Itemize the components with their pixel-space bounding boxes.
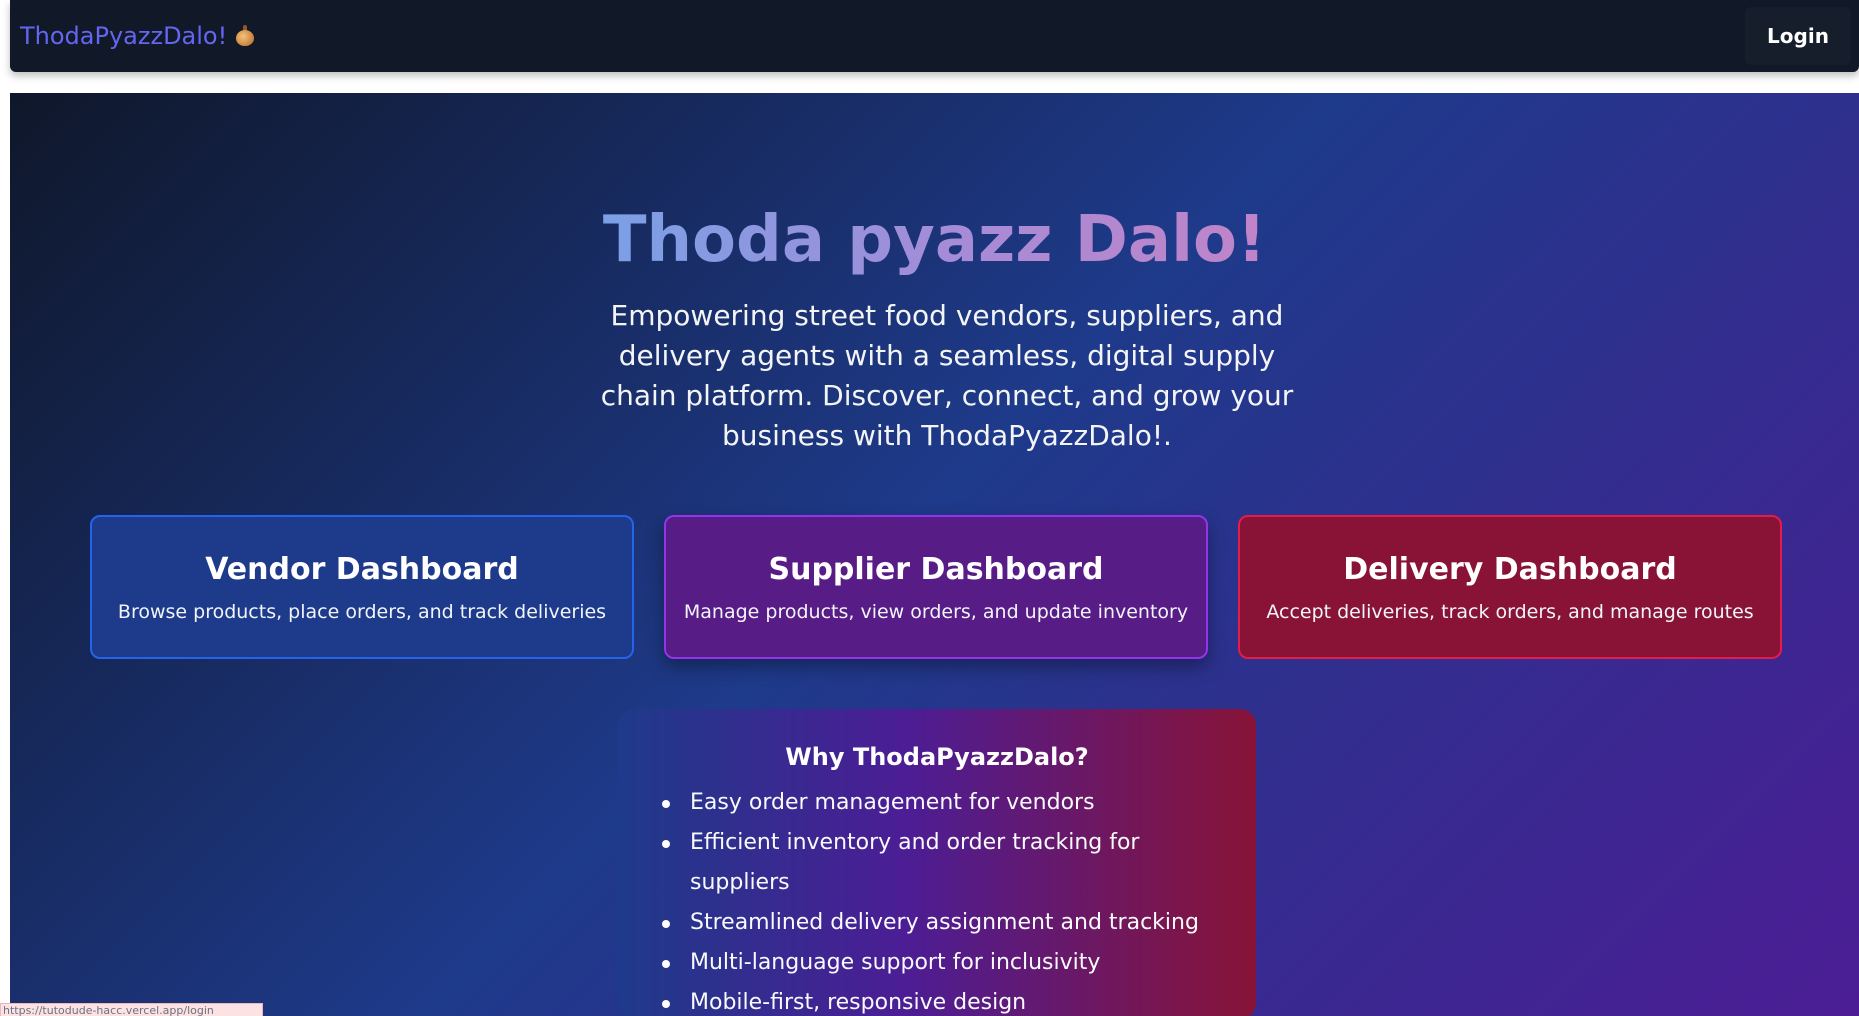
- list-item: Mobile-first, responsive design: [658, 983, 1216, 1016]
- top-navbar: ThodaPyazzDalo! Login: [10, 0, 1859, 72]
- list-item: Streamlined delivery assignment and trac…: [658, 903, 1216, 943]
- card-description: Accept deliveries, track orders, and man…: [1266, 600, 1754, 623]
- card-title: Delivery Dashboard: [1343, 551, 1677, 587]
- card-description: Manage products, view orders, and update…: [683, 600, 1189, 623]
- vendor-dashboard-card[interactable]: Vendor Dashboard Browse products, place …: [90, 515, 634, 659]
- list-item: Easy order management for vendors: [658, 783, 1216, 823]
- brand-logo[interactable]: ThodaPyazzDalo!: [20, 22, 255, 50]
- hero-section: Thoda pyazz Dalo! Empowering street food…: [10, 93, 1859, 1016]
- card-description: Browse products, place orders, and track…: [117, 600, 607, 623]
- why-list: Easy order management for vendors Effici…: [658, 783, 1216, 1016]
- why-section: Why ThodaPyazzDalo? Easy order managemen…: [618, 709, 1256, 1016]
- hero-title: Thoda pyazz Dalo!: [602, 203, 1267, 277]
- delivery-dashboard-card[interactable]: Delivery Dashboard Accept deliveries, tr…: [1238, 515, 1782, 659]
- onion-icon: [235, 25, 255, 47]
- status-bar-url: https://tutodude-hacc.vercel.app/login: [0, 1003, 263, 1016]
- brand-name[interactable]: ThodaPyazzDalo!: [20, 22, 227, 50]
- card-title: Vendor Dashboard: [205, 551, 519, 587]
- supplier-dashboard-card[interactable]: Supplier Dashboard Manage products, view…: [664, 515, 1208, 659]
- list-item: Multi-language support for inclusivity: [658, 943, 1216, 983]
- list-item: Efficient inventory and order tracking f…: [658, 823, 1216, 903]
- login-button[interactable]: Login: [1745, 7, 1851, 65]
- card-title: Supplier Dashboard: [768, 551, 1104, 587]
- hero-subtitle: Empowering street food vendors, supplier…: [600, 299, 1294, 452]
- why-title: Why ThodaPyazzDalo?: [785, 743, 1089, 771]
